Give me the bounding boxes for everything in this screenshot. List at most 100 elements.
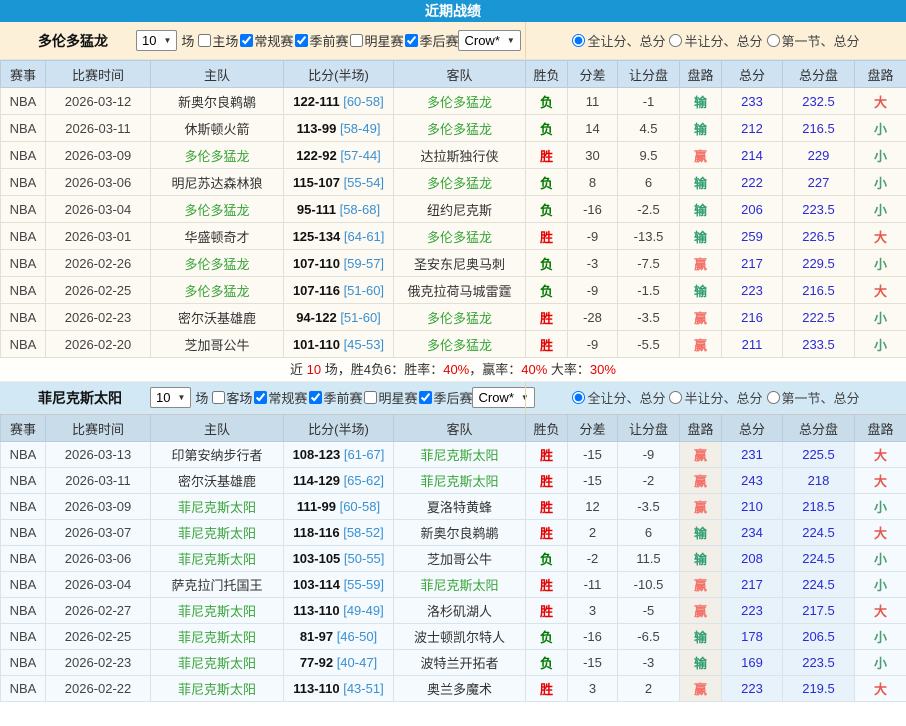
- checkbox-input[interactable]: [240, 34, 253, 47]
- handicap-line-cell: -1.5: [618, 277, 680, 304]
- checkbox-input[interactable]: [198, 34, 211, 47]
- total-points: 223: [741, 283, 763, 298]
- filter-checkbox-季前赛[interactable]: 季前赛: [309, 388, 362, 407]
- filter-radio-1[interactable]: 全让分、总分: [572, 388, 665, 407]
- full-score: 107-116: [293, 283, 340, 298]
- filter-checkbox-明星赛[interactable]: 明星赛: [350, 31, 403, 50]
- handicap-line-cell: -1: [618, 88, 680, 115]
- home-team-cell: 萨克拉门托国王: [151, 572, 284, 598]
- handicap-result-cell: 赢: [680, 442, 722, 468]
- over-under-text: 大: [874, 526, 887, 541]
- over-under-cell: 大: [855, 277, 906, 304]
- radio-input[interactable]: [572, 391, 585, 404]
- checkbox-input[interactable]: [212, 391, 225, 404]
- checkbox-input[interactable]: [309, 391, 322, 404]
- half-score: [45-53]: [344, 337, 384, 352]
- half-score: [40-47]: [337, 655, 377, 670]
- source-select[interactable]: Crow*▼: [458, 30, 520, 51]
- checkbox-label: 季前赛: [323, 388, 362, 407]
- half-score: [58-68]: [340, 202, 380, 217]
- half-score: [58-49]: [340, 121, 380, 136]
- filter-radio-3[interactable]: 第一节、总分: [767, 388, 860, 407]
- date-cell: 2026-02-26: [46, 250, 151, 277]
- total-cell: 178: [722, 624, 783, 650]
- filter-radio-3[interactable]: 第一节、总分: [767, 31, 860, 50]
- filter-radio-1[interactable]: 全让分、总分: [572, 31, 665, 50]
- checkbox-input[interactable]: [419, 391, 432, 404]
- handicap-line-cell: 11.5: [618, 546, 680, 572]
- home-team-cell: 多伦多猛龙: [151, 196, 284, 223]
- result-cell: 负: [526, 250, 568, 277]
- filter-checkbox-季后赛[interactable]: 季后赛: [405, 31, 458, 50]
- games-unit-label: 场: [195, 388, 208, 407]
- handicap-line-cell: 6: [618, 520, 680, 546]
- col-header-diff: 分差: [568, 415, 618, 442]
- total-line: 229: [808, 148, 830, 163]
- radio-input[interactable]: [767, 34, 780, 47]
- filter-checkbox-季后赛[interactable]: 季后赛: [419, 388, 472, 407]
- filter-checkbox-季前赛[interactable]: 季前赛: [295, 31, 348, 50]
- col-header-totline: 总分盘: [783, 415, 855, 442]
- games-count-select[interactable]: 10▼: [136, 30, 177, 51]
- result-cell: 胜: [526, 142, 568, 169]
- table-row: NBA2026-03-06菲尼克斯太阳103-105 [50-55]芝加哥公牛负…: [1, 546, 906, 572]
- total-line-cell: 218.5: [783, 494, 855, 520]
- checkbox-input[interactable]: [350, 34, 363, 47]
- half-score: [57-44]: [340, 148, 380, 163]
- total-points: 217: [741, 577, 763, 592]
- date-cell: 2026-03-13: [46, 442, 151, 468]
- away-team-cell: 俄克拉荷马城雷霆: [394, 277, 526, 304]
- league-cell: NBA: [1, 169, 46, 196]
- col-header-total: 总分: [722, 61, 783, 88]
- handicap-result-cell: 赢: [680, 304, 722, 331]
- radio-input[interactable]: [669, 34, 682, 47]
- handicap-result-text: 输: [694, 203, 707, 218]
- home-team-name: 菲尼克斯太阳: [178, 500, 256, 515]
- checkbox-input[interactable]: [405, 34, 418, 47]
- checkbox-label: 季前赛: [309, 31, 348, 50]
- checkbox-label: 常规赛: [254, 31, 293, 50]
- radio-input[interactable]: [669, 391, 682, 404]
- filter-checkbox-客场[interactable]: 客场: [212, 388, 252, 407]
- total-line: 233.5: [802, 337, 835, 352]
- radio-input[interactable]: [767, 391, 780, 404]
- over-under-cell: 小: [855, 142, 906, 169]
- full-score: 122-111: [293, 94, 339, 109]
- checkbox-input[interactable]: [295, 34, 308, 47]
- away-team-cell: 奥兰多魔术: [394, 676, 526, 702]
- away-team-cell: 菲尼克斯太阳: [394, 468, 526, 494]
- handicap-result-text: 赢: [694, 338, 707, 353]
- filter-radio-2[interactable]: 半让分、总分: [669, 31, 762, 50]
- point-diff-cell: -15: [568, 468, 618, 494]
- checkbox-input[interactable]: [254, 391, 267, 404]
- full-score: 101-110: [293, 337, 340, 352]
- date-cell: 2026-03-11: [46, 115, 151, 142]
- total-line: 225.5: [802, 447, 835, 462]
- away-team-name: 多伦多猛龙: [427, 122, 492, 137]
- score-cell: 122-111 [60-58]: [284, 88, 394, 115]
- full-score: 113-110: [293, 681, 339, 696]
- filter-checkbox-明星赛[interactable]: 明星赛: [364, 388, 417, 407]
- filter-radio-2[interactable]: 半让分、总分: [669, 388, 762, 407]
- total-line-cell: 222.5: [783, 304, 855, 331]
- filter-checkbox-常规赛[interactable]: 常规赛: [240, 31, 293, 50]
- total-line: 229.5: [802, 256, 835, 271]
- filter-checkbox-常规赛[interactable]: 常规赛: [254, 388, 307, 407]
- handicap-result-text: 输: [694, 176, 707, 191]
- score-cell: 94-122 [51-60]: [284, 304, 394, 331]
- over-under-text: 大: [874, 230, 887, 245]
- league-cell: NBA: [1, 442, 46, 468]
- point-diff-cell: 8: [568, 169, 618, 196]
- radio-input[interactable]: [572, 34, 585, 47]
- home-team-cell: 新奥尔良鹈鹕: [151, 88, 284, 115]
- away-team-name: 菲尼克斯太阳: [420, 474, 498, 489]
- checkbox-input[interactable]: [364, 391, 377, 404]
- games-count-select[interactable]: 10▼: [150, 387, 191, 408]
- home-team-name: 菲尼克斯太阳: [178, 552, 256, 567]
- full-score: 77-92: [300, 655, 333, 670]
- radio-label: 第一节、总分: [782, 31, 860, 50]
- score-cell: 81-97 [46-50]: [284, 624, 394, 650]
- filter-checkbox-主场[interactable]: 主场: [198, 31, 238, 50]
- point-diff-cell: -16: [568, 624, 618, 650]
- total-line: 223.5: [802, 202, 835, 217]
